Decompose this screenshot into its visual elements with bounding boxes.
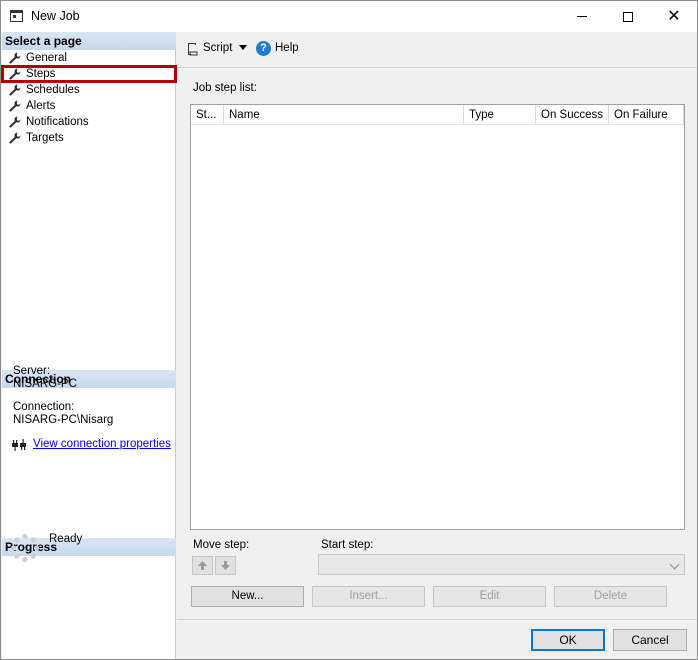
maximize-icon: [623, 11, 633, 22]
new-step-button[interactable]: New...: [191, 586, 304, 607]
minimize-button[interactable]: [559, 1, 605, 32]
column-header-step[interactable]: St...: [191, 105, 224, 125]
grid-header: St... Name Type On Success On Failure: [191, 105, 684, 125]
start-step-label: Start step:: [321, 539, 374, 551]
edit-step-button[interactable]: Edit: [433, 586, 546, 607]
start-step-select[interactable]: [318, 554, 685, 575]
script-icon[interactable]: [185, 42, 199, 56]
script-button[interactable]: Script: [203, 42, 232, 54]
wrench-icon: [9, 116, 21, 128]
arrow-up-icon: [198, 561, 207, 570]
help-button[interactable]: Help: [275, 42, 299, 54]
connection-label: Connection:: [13, 401, 75, 413]
page-item-targets[interactable]: Targets: [2, 130, 176, 146]
new-job-dialog: New Job ✕ Select a page General Steps Sc…: [0, 0, 698, 660]
page-item-general[interactable]: General: [2, 50, 176, 66]
column-header-on-failure[interactable]: On Failure: [609, 105, 684, 125]
move-step-down-button[interactable]: [215, 556, 236, 575]
progress-spinner-icon: [10, 533, 40, 563]
page-item-label: Targets: [26, 132, 64, 144]
move-step-label: Move step:: [193, 539, 250, 551]
title-bar: New Job ✕: [1, 1, 697, 32]
page-item-label: Schedules: [26, 84, 80, 96]
server-value: NISARG-PC: [13, 378, 77, 390]
left-pane: Select a page General Steps Schedules Al…: [1, 32, 177, 659]
help-icon[interactable]: ?: [256, 41, 271, 56]
page-list: General Steps Schedules Alerts Notificat…: [1, 50, 177, 146]
maximize-button[interactable]: [605, 1, 651, 32]
page-item-alerts[interactable]: Alerts: [2, 98, 176, 114]
window-title: New Job: [31, 9, 80, 23]
close-icon: ✕: [667, 7, 681, 25]
ok-button[interactable]: OK: [531, 629, 605, 651]
wrench-icon: [9, 68, 21, 80]
toolbar: Script ? Help: [177, 32, 697, 68]
page-item-notifications[interactable]: Notifications: [2, 114, 176, 130]
minimize-icon: [577, 16, 587, 17]
server-label: Server:: [13, 365, 51, 377]
page-item-label: General: [26, 52, 67, 64]
wrench-icon: [9, 132, 21, 144]
connection-value: NISARG-PC\Nisarg: [13, 414, 114, 426]
wrench-icon: [9, 100, 21, 112]
column-header-on-success[interactable]: On Success: [536, 105, 609, 125]
job-step-list-label: Job step list:: [193, 82, 257, 94]
script-dropdown-icon[interactable]: [239, 45, 247, 50]
progress-status: Ready: [49, 533, 83, 545]
column-header-type[interactable]: Type: [464, 105, 536, 125]
wrench-icon: [9, 84, 21, 96]
chevron-down-icon: [669, 559, 680, 570]
cancel-button[interactable]: Cancel: [613, 629, 687, 651]
wrench-icon: [9, 52, 21, 64]
arrow-down-icon: [221, 561, 230, 570]
window-app-icon: [10, 10, 23, 22]
page-item-steps[interactable]: Steps: [1, 65, 177, 83]
insert-step-button[interactable]: Insert...: [312, 586, 425, 607]
connection-plug-icon: [12, 439, 26, 451]
job-step-grid[interactable]: St... Name Type On Success On Failure: [190, 104, 685, 530]
page-item-label: Alerts: [26, 100, 56, 112]
view-connection-properties-link[interactable]: View connection properties: [33, 438, 171, 450]
page-item-label: Notifications: [26, 116, 89, 128]
select-page-header: Select a page: [2, 32, 176, 50]
page-item-schedules[interactable]: Schedules: [2, 82, 176, 98]
page-item-label: Steps: [26, 68, 56, 80]
delete-step-button[interactable]: Delete: [554, 586, 667, 607]
close-button[interactable]: ✕: [651, 1, 697, 32]
move-step-up-button[interactable]: [192, 556, 213, 575]
column-header-name[interactable]: Name: [224, 105, 464, 125]
